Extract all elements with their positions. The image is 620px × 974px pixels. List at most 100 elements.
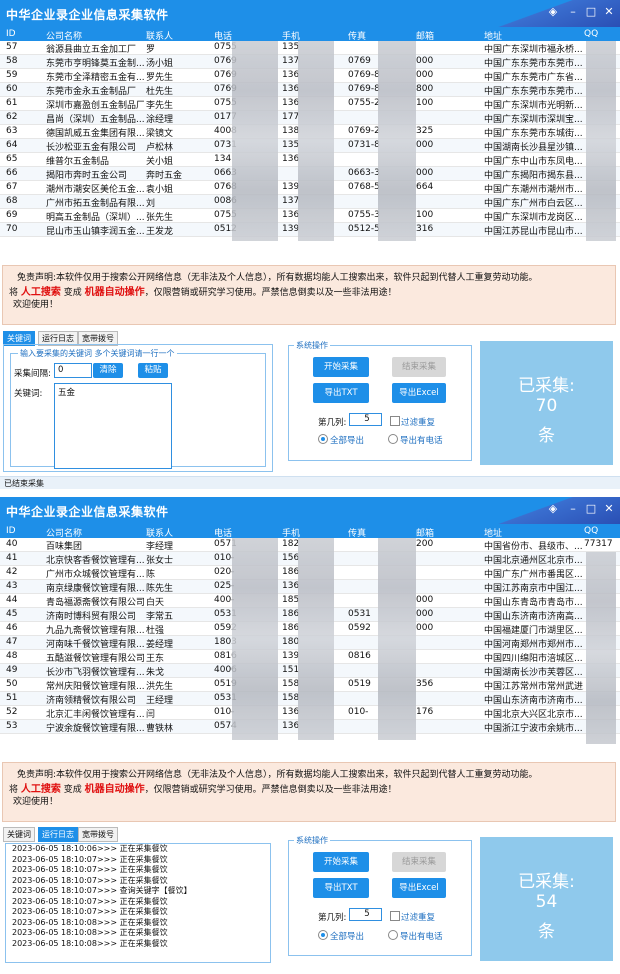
table-cell: 158 [282, 693, 300, 703]
disclaimer-welcome: 欢迎使用！ [13, 300, 59, 310]
clear-button[interactable]: 清除 [93, 363, 123, 378]
collected-label: 已采集: [518, 872, 575, 892]
skin-icon[interactable]: ◈ [546, 5, 560, 19]
table-cell: 664 [416, 182, 434, 192]
export-all-radio[interactable] [318, 930, 328, 940]
table-cell: 昆山市玉山镇李润五金... [46, 227, 144, 237]
log-line: 2023-06-05 18:10:07>>> 正在采集餐饮 [12, 875, 168, 885]
skin-icon[interactable]: ◈ [546, 502, 560, 516]
interval-input[interactable]: 0 [54, 363, 92, 378]
table-cell: 48 [6, 651, 18, 661]
table-cell: 杜先生 [146, 87, 174, 97]
table-cell: 百味集团 [46, 542, 83, 552]
disclaimer-welcome: 欢迎使用！ [13, 797, 59, 807]
privacy-blur [298, 41, 334, 241]
maximize-icon[interactable]: □ [584, 502, 598, 516]
col-header-qq[interactable]: QQ [584, 526, 598, 536]
table-cell: 常州庆阳餐饮管理有限... [46, 682, 144, 692]
tab-keywords[interactable]: 关键词 [3, 827, 35, 842]
close-icon[interactable]: ✕ [602, 502, 616, 516]
export-excel-button[interactable]: 导出Excel [392, 383, 446, 403]
start-collect-button[interactable]: 开始采集 [313, 852, 369, 872]
filter-duplicate-label: 过滤重复 [401, 418, 436, 428]
table-cell: 青岛福源斋餐饮有限公司 [46, 598, 144, 608]
col-header-qq[interactable]: QQ [584, 29, 598, 39]
log-line: 2023-06-05 18:10:08>>> 正在采集餐饮 [12, 928, 168, 937]
title-bar: 中华企业录企业信息采集软件 ◈ – □ ✕ [0, 0, 620, 27]
table-cell: 000 [416, 623, 434, 633]
table-cell: 中国广东中山市东凤电... [484, 157, 583, 167]
collected-label: 已采集: [518, 376, 575, 396]
paste-button[interactable]: 粘贴 [138, 363, 168, 378]
table-cell: 洪先生 [146, 682, 174, 692]
table-cell: 中国四川绵阳市涪城区... [484, 654, 583, 664]
minimize-icon[interactable]: – [566, 502, 580, 516]
filter-duplicate-checkbox[interactable] [390, 416, 400, 426]
table-cell: 姜经理 [146, 640, 174, 650]
table-cell: 139 [282, 224, 300, 234]
table-cell: 梁镜文 [146, 129, 174, 139]
export-txt-button[interactable]: 导出TXT [313, 383, 369, 403]
filter-duplicate-checkbox[interactable] [390, 911, 400, 921]
table-cell: 陈 [146, 570, 156, 580]
table-cell: 60 [6, 84, 18, 94]
minimize-icon[interactable]: – [566, 5, 580, 19]
table-cell: 136 [282, 581, 300, 591]
export-phone-radio[interactable] [388, 930, 398, 940]
table-cell: 42 [6, 567, 18, 577]
highlight-manual: 人工搜索 [20, 287, 61, 298]
table-cell: 46 [6, 623, 18, 633]
column-input[interactable]: 5 [349, 413, 382, 426]
table-cell: 186 [282, 609, 300, 619]
keyword-textarea[interactable]: 五金 [54, 383, 172, 469]
close-icon[interactable]: ✕ [602, 5, 616, 19]
table-cell: 44 [6, 595, 18, 605]
tab-broadband-dial[interactable]: 宽带拨号 [78, 827, 118, 842]
disclaimer-line-2: 将 人工搜索 变成 机器自动操作，仅限营销或研究学习使用。严禁信息倒卖以及一些非… [9, 287, 397, 298]
export-phone-radio[interactable] [388, 434, 398, 444]
table-cell: 杜强 [146, 626, 165, 636]
table-cell: 59 [6, 70, 18, 80]
table-cell: 45 [6, 609, 18, 619]
table-cell: 袁小姐 [146, 185, 174, 195]
keyword-legend: 输入要采集的关键词 多个关键词请一行一个 [18, 348, 177, 359]
keyword-label: 关键词: [14, 389, 43, 399]
table-cell: 53 [6, 721, 18, 731]
run-log-list[interactable]: 2023-06-05 18:10:06>>> 正在采集餐饮 2023-06-05 … [5, 843, 271, 963]
column-input[interactable]: 5 [349, 908, 382, 921]
table-cell: 中国山东青岛市青岛市... [484, 598, 583, 608]
table-cell: 东莞市亨明锋莫五金制... [46, 59, 144, 69]
table-cell: 186 [282, 623, 300, 633]
table-cell: 张先生 [146, 213, 174, 223]
table-cell: 43 [6, 581, 18, 591]
collected-unit: 条 [538, 426, 555, 446]
table-cell: 139 [282, 651, 300, 661]
col-header-id[interactable]: ID [6, 526, 16, 536]
stop-collect-button[interactable]: 结束采集 [392, 852, 446, 872]
tab-run-log[interactable]: 运行日志 [38, 827, 78, 842]
table-cell: 中国江苏昆山市昆山市... [484, 227, 583, 237]
table-cell: 61 [6, 98, 18, 108]
table-cell: 济南时博科贸有限公司 [46, 612, 137, 622]
table-cell: 177 [282, 112, 300, 122]
table-cell: 186 [282, 567, 300, 577]
table-cell: 0731-8 [348, 140, 380, 150]
maximize-icon[interactable]: □ [584, 5, 598, 19]
export-txt-button[interactable]: 导出TXT [313, 878, 369, 898]
col-header-id[interactable]: ID [6, 29, 16, 39]
table-cell: 中国广东广州市白云区... [484, 199, 583, 209]
table-cell: 000 [416, 595, 434, 605]
table-cell: 135 [282, 140, 300, 150]
export-all-radio[interactable] [318, 434, 328, 444]
stop-collect-button[interactable]: 结束采集 [392, 357, 446, 377]
results-grid[interactable]: ID 公司名称 联系人 电话 手机 传真 邮箱 地址 QQ 40 百味集团 李经理 0… [0, 524, 620, 744]
export-excel-button[interactable]: 导出Excel [392, 878, 446, 898]
privacy-blur [232, 41, 278, 241]
collected-count: 70 [535, 396, 558, 416]
table-cell: 昌尚（深圳）五金制品... [46, 115, 144, 125]
start-collect-button[interactable]: 开始采集 [313, 357, 369, 377]
table-cell: 000 [416, 140, 434, 150]
results-grid[interactable]: ID 公司名称 联系人 电话 手机 传真 邮箱 地址 QQ 57 翁源县曲立五金加… [0, 27, 620, 242]
table-cell: 0769-8 [348, 70, 380, 80]
table-cell: 000 [416, 609, 434, 619]
